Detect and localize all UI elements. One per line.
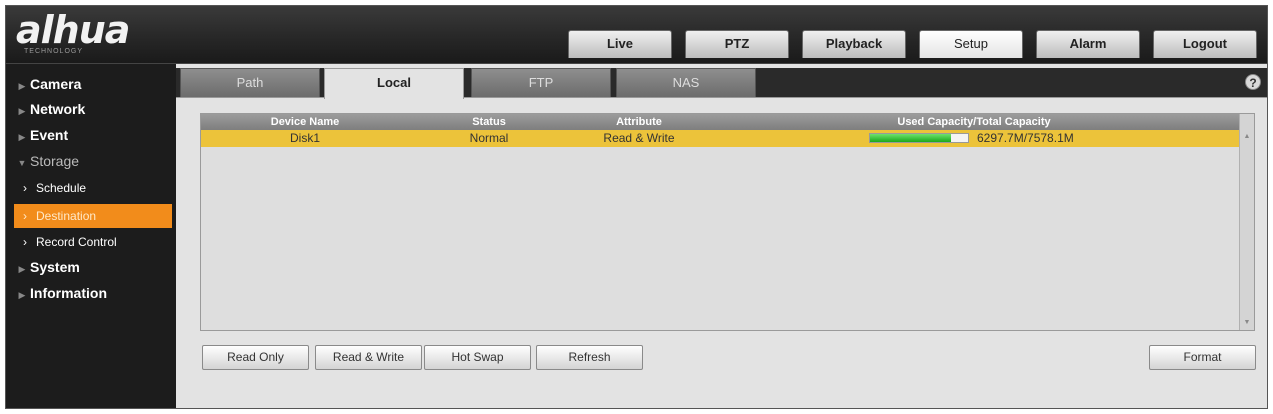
- tab-logout[interactable]: Logout: [1153, 30, 1257, 58]
- disk-table: Device Name Status Attribute Used Capaci…: [200, 113, 1255, 331]
- column-header-attribute: Attribute: [616, 116, 662, 128]
- sidebar-item-storage[interactable]: ▼ Storage: [14, 149, 174, 173]
- tab-live[interactable]: Live: [568, 30, 672, 58]
- sidebar-item-camera[interactable]: ▶ Camera: [14, 72, 174, 96]
- sidebar-item-label: Event: [30, 127, 69, 143]
- capacity-progress-fill: [870, 134, 952, 142]
- cell-device-name: Disk1: [289, 131, 320, 145]
- sidebar-item-record-control[interactable]: › Record Control: [14, 230, 172, 254]
- column-header-status: Status: [472, 116, 506, 128]
- scroll-up-icon[interactable]: ▲: [1240, 130, 1254, 144]
- triangle-right-icon: ▶: [18, 81, 26, 91]
- chevron-right-icon: ›: [23, 209, 27, 223]
- sidebar-item-label: Destination: [36, 209, 97, 223]
- brand-logo: alhua: [16, 8, 130, 52]
- tab-nas[interactable]: NAS: [616, 68, 756, 97]
- chevron-right-icon: ›: [23, 235, 27, 249]
- hot-swap-button[interactable]: Hot Swap: [424, 345, 531, 370]
- triangle-right-icon: ▶: [18, 290, 26, 300]
- tab-ftp[interactable]: FTP: [471, 68, 611, 97]
- column-header-capacity: Used Capacity/Total Capacity: [897, 116, 1051, 128]
- content-panel: Path Local FTP NAS ? Device Name Status …: [176, 64, 1267, 408]
- sidebar-item-information[interactable]: ▶ Information: [14, 281, 174, 305]
- triangle-down-icon: ▼: [17, 158, 27, 168]
- brand-logo-subtext: TECHNOLOGY: [24, 48, 84, 55]
- sidebar-item-label: Record Control: [36, 235, 117, 249]
- read-write-button[interactable]: Read & Write: [315, 345, 422, 370]
- sidebar-item-destination[interactable]: › Destination: [14, 204, 172, 228]
- tab-playback[interactable]: Playback: [802, 30, 906, 58]
- cell-capacity: 6297.7M/7578.1M: [977, 131, 1074, 145]
- sidebar-item-label: Schedule: [36, 181, 87, 195]
- tab-ptz[interactable]: PTZ: [685, 30, 789, 58]
- tab-local[interactable]: Local: [324, 68, 464, 99]
- sidebar: ▶ Camera ▶ Network ▶ Event ▼ Storage › Schedu…: [6, 64, 174, 408]
- capacity-progress-bar: [869, 133, 969, 143]
- column-header-device-name: Device Name: [270, 116, 340, 128]
- format-button[interactable]: Format: [1149, 345, 1256, 370]
- tab-path[interactable]: Path: [180, 68, 320, 97]
- cell-status: Normal: [469, 131, 509, 145]
- sidebar-item-label: Network: [30, 101, 86, 117]
- sidebar-item-network[interactable]: ▶ Network: [14, 97, 174, 121]
- sidebar-item-schedule[interactable]: › Schedule: [14, 176, 172, 200]
- sidebar-item-event[interactable]: ▶ Event: [14, 123, 174, 147]
- triangle-right-icon: ▶: [18, 264, 26, 274]
- app-window: alhua TECHNOLOGY Live PTZ Playback Setup…: [5, 5, 1268, 409]
- sidebar-item-system[interactable]: ▶ System: [14, 255, 174, 279]
- table-scrollbar[interactable]: ▲ ▼: [1239, 114, 1254, 330]
- read-only-button[interactable]: Read Only: [202, 345, 309, 370]
- sidebar-item-label: Storage: [30, 153, 80, 169]
- triangle-right-icon: ▶: [18, 106, 26, 116]
- chevron-right-icon: ›: [23, 181, 27, 195]
- help-icon[interactable]: ?: [1245, 74, 1261, 90]
- scroll-down-icon[interactable]: ▼: [1240, 316, 1254, 330]
- table-header: Device Name Status Attribute Used Capaci…: [201, 114, 1239, 130]
- cell-attribute: Read & Write: [603, 131, 675, 145]
- triangle-right-icon: ▶: [18, 132, 26, 142]
- tab-alarm[interactable]: Alarm: [1036, 30, 1140, 58]
- refresh-button[interactable]: Refresh: [536, 345, 643, 370]
- sidebar-item-label: Camera: [30, 76, 82, 92]
- sidebar-item-label: Information: [30, 285, 107, 301]
- sidebar-item-label: System: [30, 259, 80, 275]
- header-bar: alhua TECHNOLOGY Live PTZ Playback Setup…: [6, 6, 1267, 64]
- table-row[interactable]: Disk1 Normal Read & Write 6297.7M/7578.1…: [201, 130, 1239, 147]
- tab-setup[interactable]: Setup: [919, 30, 1023, 58]
